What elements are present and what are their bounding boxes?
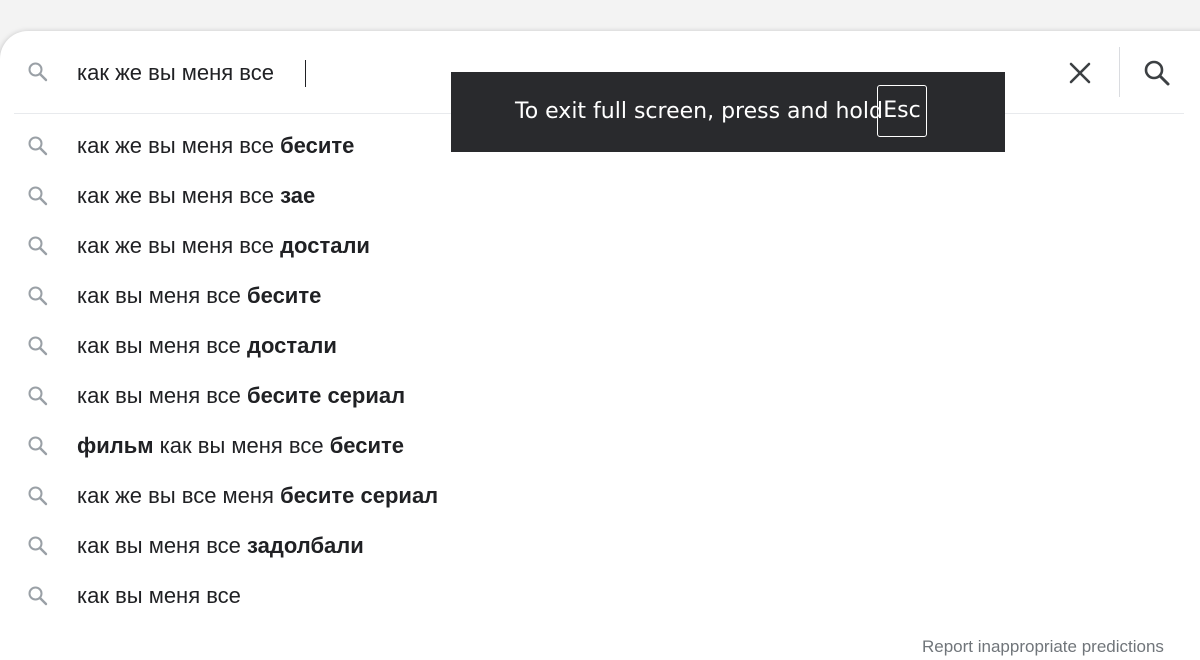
suggestion-item[interactable]: как вы меня все [0,571,1200,621]
suggestion-item[interactable]: как же вы все меня бесите сериал [0,471,1200,521]
suggestion-normal: как вы меня все [77,583,241,608]
suggestion-text: как же вы меня все достали [77,221,370,271]
search-icon [26,184,50,208]
suggestion-normal: как же вы меня все [77,233,281,258]
suggestion-normal: как же вы все меня [77,483,281,508]
suggestion-list: как же вы меня все бесите как же вы меня… [0,121,1200,621]
suggestion-text: как вы меня все бесите [77,271,321,321]
suggestion-completion: задолбали [247,533,364,558]
search-icon [1144,60,1170,86]
suggestion-prefix-bold: фильм [77,433,154,458]
fullscreen-exit-toast: To exit full screen, press and hold Esc [451,72,1005,152]
suggestion-item[interactable]: фильм как вы меня все бесите [0,421,1200,471]
suggestion-text: как вы меня все бесите сериал [77,371,405,421]
suggestion-item[interactable]: как вы меня все бесите [0,271,1200,321]
suggestion-text: как вы меня все задолбали [77,521,364,571]
search-icon [26,334,50,358]
search-icon [26,60,50,84]
close-icon [1069,62,1091,84]
suggestion-normal: как вы меня все [77,533,248,558]
suggestion-completion: бесите [280,133,355,158]
suggestion-item[interactable]: как же вы меня все зае [0,171,1200,221]
suggestion-completion: бесите сериал [247,383,406,408]
suggestion-normal: как же вы меня все [77,183,281,208]
suggestion-text: как же вы все меня бесите сериал [77,471,438,521]
suggestion-text: как вы меня все [77,571,241,621]
suggestion-completion: достали [280,233,370,258]
search-icon [26,384,50,408]
suggestion-completion: достали [247,333,337,358]
text-caret [305,60,306,87]
suggestion-completion: бесите [247,283,322,308]
suggestion-normal: как вы меня все [153,433,330,458]
suggestion-completion: зае [280,183,316,208]
suggestion-normal: как вы меня все [77,333,248,358]
clear-button[interactable] [1060,53,1100,93]
suggestion-text: как же вы меня все зае [77,171,315,221]
suggestion-normal: как же вы меня все [77,133,281,158]
search-submit-button[interactable] [1137,53,1177,93]
suggestion-item[interactable]: как же вы меня все достали [0,221,1200,271]
suggestion-item[interactable]: как вы меня все задолбали [0,521,1200,571]
suggestion-text: как же вы меня все бесите [77,121,354,171]
search-icon [26,584,50,608]
toast-message: To exit full screen, press and hold [515,99,883,124]
search-icon [26,534,50,558]
suggestion-normal: как вы меня все [77,283,248,308]
search-icon [26,234,50,258]
report-predictions-link[interactable]: Report inappropriate predictions [922,637,1164,657]
suggestion-normal: как вы меня все [77,383,248,408]
page: A [0,0,1200,660]
search-icon [26,484,50,508]
search-icon [26,134,50,158]
suggestion-completion: бесите [329,433,405,458]
suggestion-item[interactable]: как вы меня все бесите сериал [0,371,1200,421]
button-divider [1119,47,1120,97]
suggestion-completion: бесите сериал [280,483,439,508]
search-icon [26,284,50,308]
suggestion-item[interactable]: как вы меня все достали [0,321,1200,371]
suggestion-text: фильм как вы меня все бесите [77,421,404,471]
suggestion-text: как вы меня все достали [77,321,337,371]
search-icon [26,434,50,458]
esc-key-badge: Esc [877,85,927,137]
